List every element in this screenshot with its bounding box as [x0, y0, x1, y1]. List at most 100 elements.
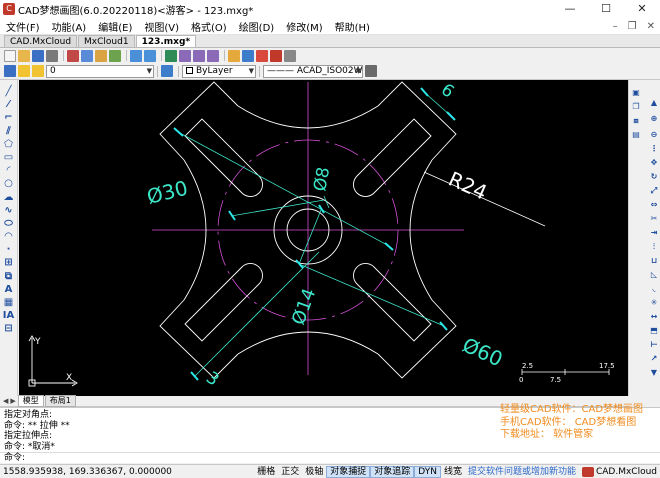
zoom-in-icon[interactable]: ⊕: [649, 114, 659, 124]
tab-123-mxg[interactable]: 123.mxg*: [135, 35, 197, 47]
extend-icon[interactable]: ⇥: [649, 228, 659, 238]
menu-modify[interactable]: 修改(M): [280, 19, 328, 34]
scale-icon[interactable]: ⤢: [649, 186, 659, 196]
linetype-dropdown[interactable]: ——— ACAD_ISO02W100 ▼: [263, 64, 363, 78]
command-input[interactable]: 命令:: [0, 452, 660, 463]
otrack-toggle[interactable]: 对象追踪: [370, 465, 415, 478]
menu-help[interactable]: 帮助(H): [329, 19, 376, 34]
drawing-canvas[interactable]: Ø30 Ø8 Ø14 Ø60 R24 6 3 2.5 17.5 0 7.5 Y …: [19, 80, 628, 396]
construction-line-icon[interactable]: ⁄: [3, 99, 15, 111]
leader-icon[interactable]: ↗: [649, 354, 659, 364]
dimension-icon[interactable]: ⊢: [649, 340, 659, 350]
scroll-down-icon[interactable]: ▼: [649, 368, 659, 378]
properties-icon[interactable]: [228, 49, 240, 62]
zoom-window-icon[interactable]: [193, 49, 205, 62]
polygon-icon[interactable]: ⬠: [3, 139, 15, 151]
make-block-icon[interactable]: ⧉: [3, 271, 15, 283]
pan-icon[interactable]: [165, 49, 177, 62]
break-icon[interactable]: ⫶: [649, 242, 659, 252]
layer-dropdown[interactable]: 0 ▼: [46, 64, 154, 78]
distance-icon[interactable]: ↔: [649, 312, 659, 322]
text-icon[interactable]: A: [3, 284, 15, 296]
ellipse-arc-icon[interactable]: ◠: [3, 231, 15, 243]
layer-state-icon[interactable]: [18, 65, 30, 77]
rotate-icon[interactable]: ↻: [649, 172, 659, 182]
minimize-button[interactable]: —: [552, 0, 588, 18]
layer-lock-icon[interactable]: [32, 65, 44, 77]
spline-icon[interactable]: ∿: [3, 205, 15, 217]
point-icon[interactable]: ·: [3, 244, 15, 256]
tool-palette-icon[interactable]: [256, 49, 268, 62]
copy-object-icon[interactable]: ❐: [631, 102, 641, 112]
menu-view[interactable]: 视图(V): [138, 19, 185, 34]
tab-cad-mxcloud[interactable]: CAD.MxCloud: [4, 35, 78, 47]
new-file-icon[interactable]: [4, 49, 16, 62]
doc-restore-button[interactable]: ❐: [623, 21, 642, 32]
ortho-toggle[interactable]: 正交: [278, 466, 302, 478]
design-center-icon[interactable]: [242, 49, 254, 62]
table-icon[interactable]: ⊟: [3, 323, 15, 335]
cut-icon[interactable]: [67, 49, 79, 62]
print-icon[interactable]: [46, 49, 58, 62]
offset-icon[interactable]: ▤: [631, 130, 641, 140]
tab-mxcloud1[interactable]: MxCloud1: [78, 35, 135, 47]
cloud-icon[interactable]: ☁: [3, 192, 15, 204]
circle-icon[interactable]: ○: [3, 178, 15, 190]
menu-function[interactable]: 功能(A): [46, 19, 93, 34]
zoom-out-icon[interactable]: ⊖: [649, 130, 659, 140]
polar-toggle[interactable]: 极轴: [302, 466, 326, 478]
close-button[interactable]: ✕: [624, 0, 660, 18]
array-icon[interactable]: ⋮: [649, 144, 659, 154]
image-icon[interactable]: IA: [3, 310, 15, 322]
copy-icon[interactable]: [81, 49, 93, 62]
help-icon[interactable]: [284, 49, 296, 62]
trim-icon[interactable]: ✂: [649, 214, 659, 224]
rectangle-icon[interactable]: ▭: [3, 152, 15, 164]
maximize-button[interactable]: ☐: [588, 0, 624, 18]
feedback-link[interactable]: 提交软件问题或增加新功能: [465, 466, 579, 478]
ellipse-icon[interactable]: ⬭: [3, 218, 15, 230]
undo-icon[interactable]: [130, 49, 142, 62]
paste-icon[interactable]: [95, 49, 107, 62]
mirror-icon[interactable]: ⧈: [631, 116, 641, 126]
redo-icon[interactable]: [144, 49, 156, 62]
tab-layout1[interactable]: 布局1: [44, 395, 76, 407]
doc-minimize-button[interactable]: –: [608, 21, 623, 32]
open-folder-icon[interactable]: [18, 49, 30, 62]
zoom-previous-icon[interactable]: [207, 49, 219, 62]
stretch-icon[interactable]: ⇔: [649, 200, 659, 210]
menu-file[interactable]: 文件(F): [0, 19, 46, 34]
brand-label[interactable]: CAD.MxCloud: [579, 466, 660, 478]
explode-icon[interactable]: ✳: [649, 298, 659, 308]
match-properties-icon[interactable]: [109, 49, 121, 62]
next-tab-icon[interactable]: ▶: [10, 397, 15, 405]
chamfer-icon[interactable]: ◺: [649, 270, 659, 280]
menu-draw[interactable]: 绘图(D): [233, 19, 281, 34]
zoom-realtime-icon[interactable]: [179, 49, 191, 62]
erase-icon[interactable]: ▣: [631, 88, 641, 98]
hatch-icon[interactable]: ▦: [3, 297, 15, 309]
lineweight-toggle[interactable]: 线宽: [441, 466, 465, 478]
color-dropdown[interactable]: ByLayer ▼: [182, 64, 256, 78]
lineweight-icon[interactable]: [365, 65, 377, 77]
polyline-icon[interactable]: ⌐: [3, 112, 15, 124]
tab-model[interactable]: 模型: [17, 395, 44, 407]
menu-edit[interactable]: 编辑(E): [92, 19, 138, 34]
arc-icon[interactable]: ◜: [3, 165, 15, 177]
move-icon[interactable]: ✥: [649, 158, 659, 168]
grid-toggle[interactable]: 栅格: [254, 466, 278, 478]
first-tab-icon[interactable]: ◀: [3, 397, 8, 405]
line-icon[interactable]: ╱: [3, 86, 15, 98]
dyn-toggle[interactable]: DYN: [414, 465, 441, 478]
insert-block-icon[interactable]: ⊞: [3, 257, 15, 269]
multiline-icon[interactable]: ⫽: [3, 126, 15, 138]
save-icon[interactable]: [32, 49, 44, 62]
scroll-up-icon[interactable]: ▲: [649, 98, 659, 108]
layer-manager-icon[interactable]: [4, 65, 16, 77]
fillet-icon[interactable]: ◟: [649, 284, 659, 294]
doc-close-button[interactable]: ✕: [642, 21, 660, 32]
osnap-toggle[interactable]: 对象捕捉: [326, 465, 371, 478]
area-icon[interactable]: ⬒: [649, 326, 659, 336]
menu-format[interactable]: 格式(O): [185, 19, 233, 34]
pdf-export-icon[interactable]: [270, 49, 282, 62]
